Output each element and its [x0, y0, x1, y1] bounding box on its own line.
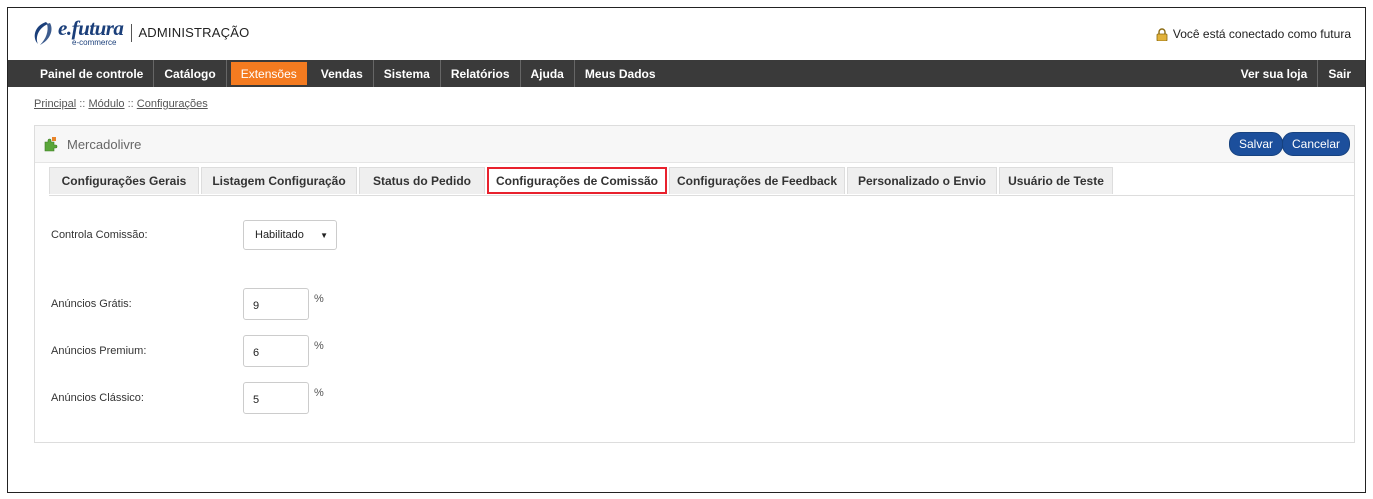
row-anuncios-gratis: Anúncios Grátis: 9 %: [51, 288, 324, 320]
module-panel: Mercadolivre Salvar Cancelar Configuraçõ…: [34, 125, 1355, 443]
save-button[interactable]: Salvar: [1229, 132, 1283, 156]
nav-relatorios[interactable]: Relatórios: [441, 60, 521, 87]
percent-label: %: [314, 340, 324, 352]
breadcrumb-configuracoes[interactable]: Configurações: [137, 98, 208, 110]
dropdown-arrow-icon: ▼: [320, 231, 328, 240]
tab-configuracoes-de-comissao[interactable]: Configurações de Comissão: [487, 167, 667, 194]
nav-vendas[interactable]: Vendas: [311, 60, 374, 87]
breadcrumb-principal[interactable]: Principal: [34, 98, 76, 110]
anuncios-premium-input[interactable]: 6: [243, 335, 309, 367]
logo-brand-prefix: e.: [58, 16, 72, 40]
tab-usuario-de-teste[interactable]: Usuário de Teste: [999, 167, 1113, 194]
controla-comissao-select[interactable]: Habilitado ▼: [243, 220, 337, 250]
nav-ajuda[interactable]: Ajuda: [521, 60, 575, 87]
tab-status-do-pedido[interactable]: Status do Pedido: [359, 167, 485, 194]
lock-icon: [1156, 27, 1168, 41]
logo-swoosh-icon: [34, 21, 52, 45]
anuncios-classico-input[interactable]: 5: [243, 382, 309, 414]
row-anuncios-premium: Anúncios Premium: 6 %: [51, 335, 324, 367]
nav-sistema[interactable]: Sistema: [374, 60, 441, 87]
nav-painel-de-controle[interactable]: Painel de controle: [30, 60, 155, 87]
app-window: e.futura e-commerce ADMINISTRAÇÃO Você e…: [7, 7, 1366, 493]
puzzle-icon: [44, 137, 58, 152]
breadcrumb: Principal :: Módulo :: Configurações: [34, 98, 208, 110]
percent-label: %: [314, 387, 324, 399]
anuncios-premium-label: Anúncios Premium:: [51, 345, 147, 357]
cancel-button[interactable]: Cancelar: [1282, 132, 1350, 156]
controla-comissao-label: Controla Comissão:: [51, 229, 148, 241]
anuncios-classico-label: Anúncios Clássico:: [51, 392, 144, 404]
nav-catalogo[interactable]: Catálogo: [154, 60, 227, 87]
logo-brand: e.futura: [58, 16, 124, 40]
main-nav: Painel de controle Catálogo Extensões Ve…: [8, 60, 1365, 87]
header: e.futura e-commerce ADMINISTRAÇÃO Você e…: [8, 8, 1365, 60]
tab-bar: Configurações Gerais Listagem Configuraç…: [49, 167, 1354, 196]
logo-subtitle: e-commerce: [72, 38, 117, 47]
anuncios-gratis-input[interactable]: 9: [243, 288, 309, 320]
tab-configuracoes-gerais[interactable]: Configurações Gerais: [49, 167, 199, 194]
logo[interactable]: e.futura e-commerce ADMINISTRAÇÃO: [32, 18, 249, 47]
tab-listagem-configuracao[interactable]: Listagem Configuração: [201, 167, 357, 194]
controla-comissao-value: Habilitado: [255, 229, 304, 241]
panel-title: Mercadolivre: [67, 137, 142, 152]
anuncios-gratis-label: Anúncios Grátis:: [51, 298, 132, 310]
breadcrumb-modulo[interactable]: Módulo: [88, 98, 124, 110]
admin-title: ADMINISTRAÇÃO: [138, 25, 250, 40]
panel-header: Mercadolivre Salvar Cancelar: [35, 126, 1354, 163]
tab-personalizado-o-envio[interactable]: Personalizado o Envio: [847, 167, 997, 194]
row-controla-comissao: Controla Comissão: Habilitado ▼: [51, 220, 337, 250]
nav-extensoes[interactable]: Extensões: [230, 62, 307, 85]
logo-divider: [131, 23, 133, 42]
logo-text: e.futura e-commerce: [58, 16, 124, 47]
logo-brand-name: futura: [71, 16, 124, 40]
connected-text: Você está conectado como futura: [1172, 27, 1351, 41]
tab-configuracoes-de-feedback[interactable]: Configurações de Feedback: [669, 167, 845, 194]
nav-right: Ver sua loja Sair: [1231, 60, 1365, 87]
nav-left: Painel de controle Catálogo Extensões Ve…: [8, 60, 666, 87]
connected-status: Você está conectado como futura: [1156, 27, 1351, 41]
row-anuncios-classico: Anúncios Clássico: 5 %: [51, 382, 324, 414]
nav-ver-sua-loja[interactable]: Ver sua loja: [1231, 60, 1319, 87]
breadcrumb-separator: ::: [79, 98, 86, 110]
nav-meus-dados[interactable]: Meus Dados: [575, 60, 666, 87]
percent-label: %: [314, 293, 324, 305]
breadcrumb-separator: ::: [127, 98, 134, 110]
nav-sair[interactable]: Sair: [1318, 60, 1361, 87]
